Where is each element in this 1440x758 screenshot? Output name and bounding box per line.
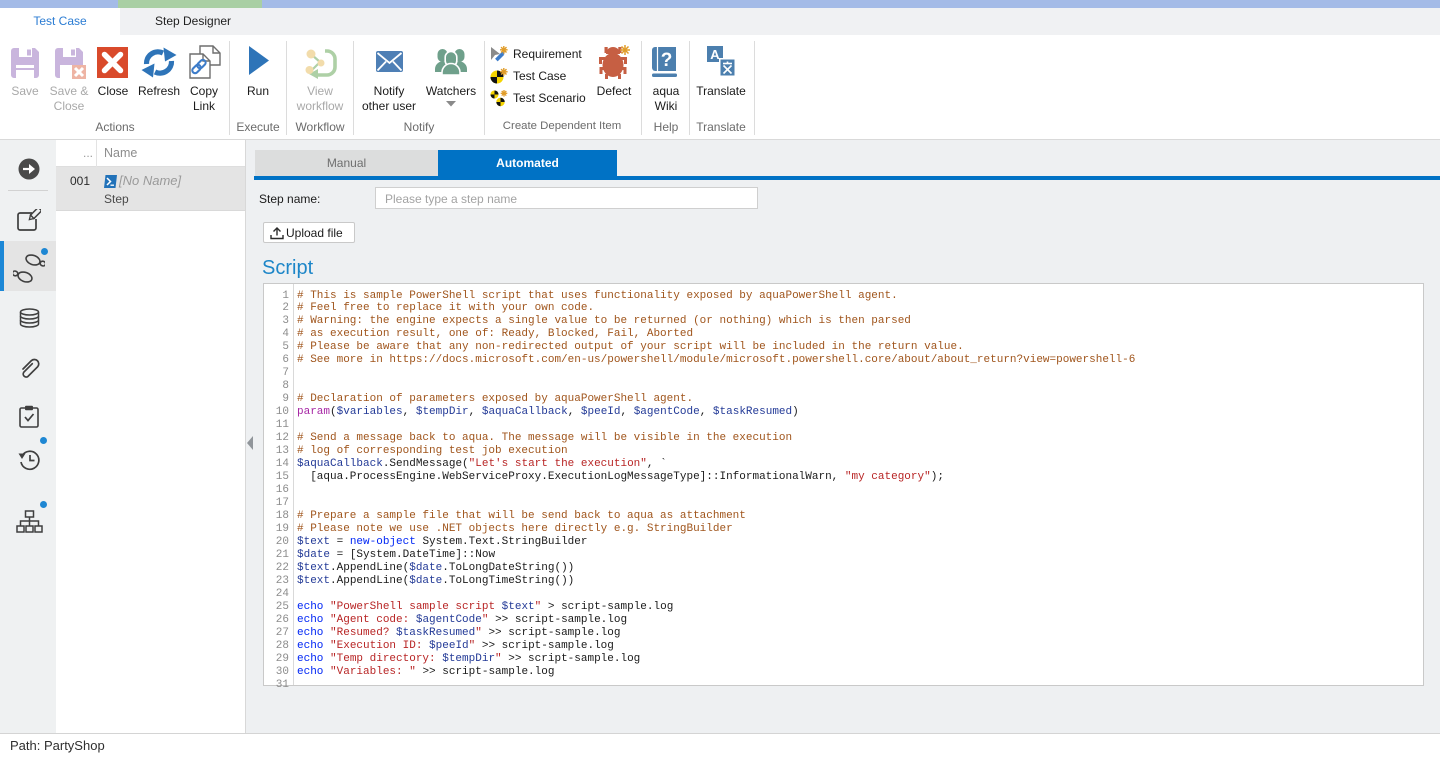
- svg-text:A: A: [710, 47, 720, 62]
- svg-text:?: ?: [661, 50, 673, 71]
